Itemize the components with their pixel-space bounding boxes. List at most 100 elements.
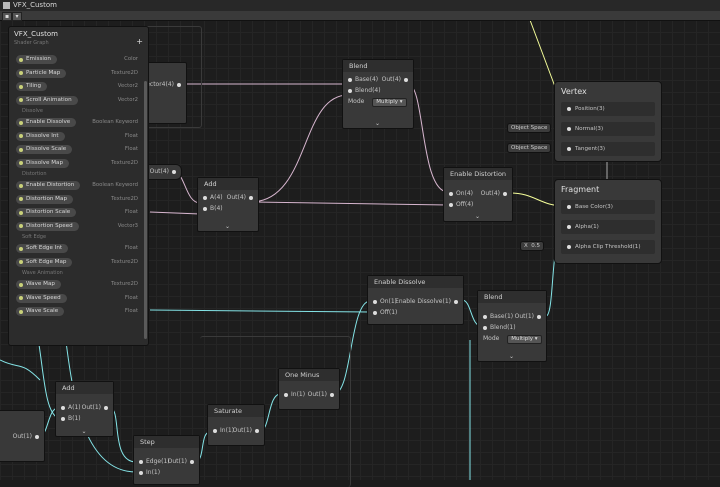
input-port[interactable] [213, 428, 217, 433]
property-pill[interactable]: Dissolve Map [16, 158, 70, 168]
property-pill[interactable]: Soft Edge Int [16, 244, 69, 253]
property-item[interactable]: Emission Color [12, 53, 144, 67]
property-item[interactable]: Distortion Speed Vector3 [12, 220, 144, 234]
input-port[interactable] [348, 77, 352, 82]
expand-chevron-icon[interactable]: ⌄ [225, 223, 230, 230]
property-item[interactable]: Scroll Animation Vector2 [12, 94, 144, 108]
vertex-context[interactable]: Vertex Position(3) Normal(3) Tangent(3) [554, 81, 662, 162]
property-pill[interactable]: Emission [16, 55, 57, 64]
output-port[interactable] [503, 191, 507, 196]
property-item[interactable]: Soft Edge Map Texture2D [12, 256, 144, 270]
output-port[interactable] [404, 77, 408, 82]
blackboard-panel[interactable]: VFX_Custom Shader Graph + Emission Color P… [8, 26, 149, 346]
alpha-clip-input[interactable]: X 0.5 [520, 241, 545, 251]
expand-chevron-icon[interactable]: ⌄ [509, 353, 514, 360]
fragment-slot-alpha[interactable]: Alpha(1) [561, 220, 655, 234]
output-port[interactable] [249, 195, 253, 200]
property-pill[interactable]: Soft Edge Map [16, 257, 73, 267]
property-pill[interactable]: Wave Speed [16, 293, 67, 303]
input-port[interactable] [567, 205, 571, 209]
mode-dropdown[interactable]: Multiply ▾ [507, 335, 542, 344]
property-pill[interactable]: Enable Dissolve [16, 118, 77, 127]
blackboard-category[interactable]: Dissolve [12, 107, 144, 116]
partial-node-low[interactable]: Out(1) [0, 410, 45, 462]
output-port[interactable] [35, 434, 39, 439]
input-port[interactable] [567, 225, 571, 229]
property-item[interactable]: Enable Dissolve Boolean Keyword [12, 116, 144, 130]
input-port[interactable] [449, 202, 453, 207]
property-item[interactable]: Wave Map Texture2D [12, 278, 144, 292]
output-port[interactable] [177, 82, 181, 87]
input-port[interactable] [483, 325, 487, 330]
step-node[interactable]: Step Edge(1) Out(1) In(1) [133, 435, 200, 485]
property-pill[interactable]: Dissolve Int [16, 131, 65, 141]
input-port[interactable] [203, 195, 207, 200]
expand-chevron-icon[interactable]: ⌄ [375, 120, 380, 127]
input-port[interactable] [61, 405, 65, 410]
property-pill[interactable]: Enable Distortion [16, 181, 81, 190]
input-port[interactable] [567, 127, 571, 131]
input-port[interactable] [284, 392, 288, 397]
property-item[interactable]: Enable Distortion Boolean Keyword [12, 179, 144, 193]
add-node[interactable]: Add A(4) Out(4) B(4) ⌄ [197, 177, 259, 232]
blend-node-low[interactable]: Blend Base(1) Out(1) Blend(1) Mode Multip… [477, 290, 547, 362]
input-port[interactable] [449, 191, 453, 196]
vertex-slot-position[interactable]: Position(3) [561, 102, 655, 116]
blackboard-category[interactable]: Distortion [12, 170, 144, 179]
property-item[interactable]: Distortion Scale Float [12, 206, 144, 220]
space-field-tangent[interactable]: Object Space [507, 143, 552, 153]
property-pill[interactable]: Tiling [16, 82, 48, 91]
property-pill[interactable]: Distortion Scale [16, 208, 77, 217]
property-pill[interactable]: Particle Map [16, 68, 67, 78]
input-port[interactable] [348, 88, 352, 93]
property-item[interactable]: Wave Scale Float [12, 305, 144, 319]
property-pill[interactable]: Dissolve Scale [16, 145, 73, 154]
save-button[interactable]: ▪ [2, 12, 12, 21]
vertex-slot-normal[interactable]: Normal(3) [561, 122, 655, 136]
input-port[interactable] [567, 147, 571, 151]
expand-chevron-icon[interactable]: ⌄ [82, 428, 87, 435]
property-item[interactable]: Wave Speed Float [12, 292, 144, 306]
fragment-context[interactable]: Fragment Base Color(3) Alpha(1) Alpha Cl… [554, 179, 662, 264]
output-port[interactable] [454, 299, 458, 304]
property-pill[interactable]: Wave Scale [16, 307, 65, 316]
input-port[interactable] [567, 107, 571, 111]
scrollbar[interactable] [144, 81, 147, 339]
output-port[interactable] [104, 405, 108, 410]
output-port[interactable] [330, 392, 334, 397]
blackboard-category[interactable]: Wave Animation [12, 269, 144, 278]
property-item[interactable]: Particle Map Texture2D [12, 67, 144, 81]
property-item[interactable]: Dissolve Map Texture2D [12, 157, 144, 171]
input-port[interactable] [373, 310, 377, 315]
enable-dissolve-node[interactable]: Enable Dissolve On(1) Enable Dissolve(1) … [367, 275, 464, 325]
property-item[interactable]: Dissolve Scale Float [12, 143, 144, 157]
input-port[interactable] [567, 245, 571, 249]
add-property-button[interactable]: + [136, 37, 143, 46]
property-pill[interactable]: Scroll Animation [16, 95, 78, 105]
input-port[interactable] [373, 299, 377, 304]
input-port[interactable] [61, 416, 65, 421]
blend-node[interactable]: Blend Base(4) Out(4) Blend(4) Mode Multip… [342, 59, 414, 129]
property-pill[interactable]: Distortion Speed [16, 221, 79, 231]
enable-distortion-node[interactable]: Enable Distortion On(4) Out(4) Off(4) ⌄ [443, 167, 513, 222]
output-port[interactable] [255, 428, 259, 433]
property-item[interactable]: Tiling Vector2 [12, 80, 144, 94]
vertex-slot-tangent[interactable]: Tangent(3) [561, 142, 655, 156]
fragment-slot-alphaclip[interactable]: Alpha Clip Threshold(1) [561, 240, 655, 254]
blackboard-category[interactable]: Soft Edge [12, 233, 144, 242]
property-item[interactable]: Dissolve Int Float [12, 130, 144, 144]
input-port[interactable] [483, 314, 487, 319]
output-port[interactable] [172, 169, 176, 174]
space-field-normal[interactable]: Object Space [507, 123, 552, 133]
property-item[interactable]: Soft Edge Int Float [12, 242, 144, 256]
property-item[interactable]: Distortion Map Texture2D [12, 193, 144, 207]
input-port[interactable] [139, 459, 143, 464]
output-port[interactable] [537, 314, 541, 319]
output-port[interactable] [190, 459, 194, 464]
add-node-low[interactable]: Add A(1) Out(1) B(1) ⌄ [55, 381, 114, 437]
input-port[interactable] [203, 206, 207, 211]
input-port[interactable] [139, 470, 143, 475]
dropdown-button[interactable]: ▾ [12, 12, 22, 21]
expand-chevron-icon[interactable]: ⌄ [475, 213, 480, 220]
mode-dropdown[interactable]: Multiply ▾ [372, 98, 407, 107]
